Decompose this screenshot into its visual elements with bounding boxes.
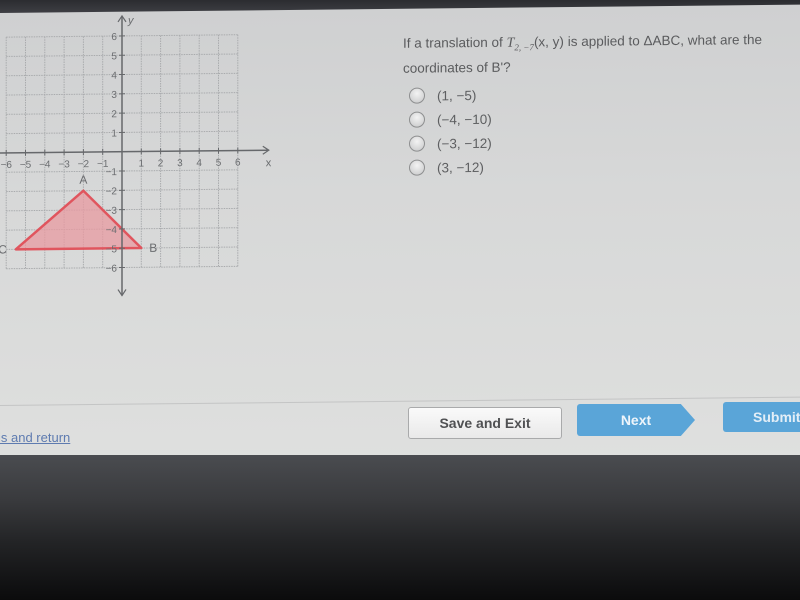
y-axis-label: y <box>127 15 135 27</box>
y-tick-label: 1 <box>111 128 117 139</box>
translation-function: T2, −7 <box>506 35 534 53</box>
answer-choice-1[interactable]: (1, −5) <box>409 83 492 108</box>
answer-choice-4[interactable]: (3, −12) <box>409 155 492 180</box>
x-tick-label: 4 <box>196 158 202 169</box>
x-axis <box>0 149 268 154</box>
y-tick-label: −1 <box>106 167 118 178</box>
radio-button[interactable] <box>409 111 425 128</box>
y-tick-label: −2 <box>106 186 118 197</box>
vertex-label-c: C <box>0 242 7 256</box>
choice-label: (3, −12) <box>437 159 484 175</box>
x-tick-label: 2 <box>158 158 164 169</box>
y-tick-label: −3 <box>106 206 118 217</box>
y-tick-label: 6 <box>111 32 117 43</box>
x-tick-label: 1 <box>139 158 145 169</box>
save-and-exit-button[interactable]: Save and Exit <box>408 407 562 439</box>
answer-choice-2[interactable]: (−4, −10) <box>409 107 492 132</box>
answer-choice-3[interactable]: (−3, −12) <box>409 131 492 156</box>
vertex-label-b: B <box>149 241 157 255</box>
next-button[interactable]: Next <box>577 404 695 436</box>
y-tick-label: 5 <box>111 51 117 62</box>
y-tick-label: 4 <box>111 71 117 82</box>
y-tick-label: −6 <box>106 264 118 275</box>
radio-button[interactable] <box>409 159 425 176</box>
choice-label: (−3, −12) <box>437 135 492 151</box>
x-tick-label: −3 <box>58 159 70 170</box>
x-tick-label: −4 <box>39 159 51 170</box>
y-tick-label: 2 <box>111 109 117 120</box>
choice-label: (−4, −10) <box>437 111 492 127</box>
radio-button[interactable] <box>409 87 425 104</box>
y-tick-label: −5 <box>106 244 118 255</box>
x-tick-label: 3 <box>177 158 183 169</box>
x-axis-label: x <box>266 157 272 169</box>
x-tick-label: 5 <box>216 158 222 169</box>
coordinate-graph: xy−6 −5 −4 −3 −2 −1 1 2 3 4 5 6654321−1−2−3−4−5−6AB… <box>0 15 272 297</box>
quiz-screen: x y −6 −5 −4 −3 −2 −1 1 2 3 4 5 6 6 5 4 3 2 1 −1 −2 −3 −4 −5 −6 A B… <box>0 4 800 474</box>
choice-label: (1, −5) <box>437 87 477 103</box>
answer-choices: (1, −5) (−4, −10) (−3, −12) (3, −12) <box>409 83 492 180</box>
y-tick-label: −4 <box>106 225 118 236</box>
x-tick-label: −5 <box>20 160 32 171</box>
x-tick-label: −2 <box>78 159 90 170</box>
vertex-label-a: A <box>79 173 87 187</box>
mark-and-return-link[interactable]: is and return <box>0 430 70 445</box>
function-args: (x, y) <box>533 34 564 50</box>
x-tick-label: 6 <box>235 157 241 168</box>
question-text: If a translation of T2, −7(x, y) is appl… <box>403 30 773 78</box>
x-tick-label: −6 <box>0 160 12 171</box>
monitor-bottom-bezel <box>0 455 800 600</box>
y-tick-label: 3 <box>111 90 117 101</box>
radio-button[interactable] <box>409 135 425 152</box>
question-prefix: If a translation of <box>403 34 507 51</box>
submit-button[interactable]: Submit <box>723 402 800 432</box>
